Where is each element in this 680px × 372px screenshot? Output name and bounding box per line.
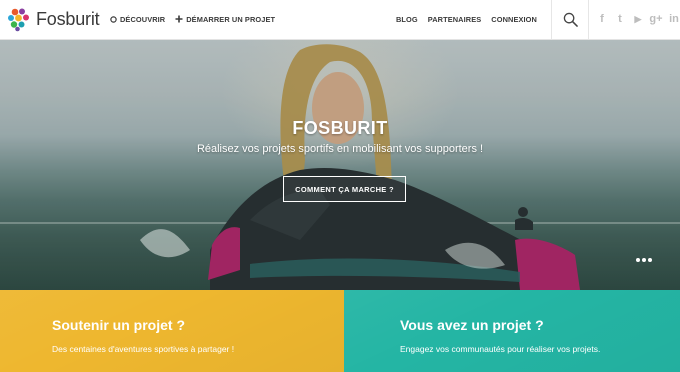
top-navbar: Fosburit DÉCOUVRIR DÉMARRER UN PROJET BL… xyxy=(0,0,680,40)
nav-partners[interactable]: PARTENAIRES xyxy=(428,15,482,24)
nav-blog[interactable]: BLOG xyxy=(396,15,418,24)
slider-dot[interactable] xyxy=(648,258,652,262)
brand-name: Fosburit xyxy=(36,8,100,29)
fosburit-logo-icon xyxy=(8,8,29,32)
slider-dot[interactable] xyxy=(636,258,640,262)
hero-subtitle: Réalisez vos projets sportifs en mobilis… xyxy=(196,143,484,155)
slider-dots xyxy=(634,258,652,262)
nav-start-project[interactable]: DÉMARRER UN PROJET xyxy=(175,15,275,24)
have-project-text: Engagez vos communautés pour réaliser vo… xyxy=(400,344,601,354)
facebook-icon[interactable]: f xyxy=(594,11,610,27)
have-project-card[interactable]: Vous avez un projet ? Engagez vos commun… xyxy=(344,290,680,372)
hero-banner: FOSBURIT Réalisez vos projets sportifs e… xyxy=(0,40,680,290)
search-icon xyxy=(563,12,578,27)
hero-overlay xyxy=(0,40,680,290)
search-button[interactable] xyxy=(551,0,589,39)
primary-nav: DÉCOUVRIR DÉMARRER UN PROJET xyxy=(110,0,285,38)
have-project-title: Vous avez un projet ? xyxy=(400,317,544,333)
social-links: f t ▶ g+ in xyxy=(592,0,680,38)
secondary-nav: BLOG PARTENAIRES CONNEXION xyxy=(396,0,537,38)
compass-icon xyxy=(110,15,117,23)
youtube-icon[interactable]: ▶ xyxy=(630,11,646,27)
how-it-works-button[interactable]: COMMENT ÇA MARCHE ? xyxy=(283,176,406,202)
slider-dot[interactable] xyxy=(642,258,646,262)
nav-discover[interactable]: DÉCOUVRIR xyxy=(110,15,165,24)
linkedin-icon[interactable]: in xyxy=(666,11,680,27)
support-project-card[interactable]: Soutenir un projet ? Des centaines d'ave… xyxy=(0,290,344,372)
support-project-text: Des centaines d'aventures sportives à pa… xyxy=(52,344,235,354)
nav-start-project-label: DÉMARRER UN PROJET xyxy=(186,14,276,24)
nav-discover-label: DÉCOUVRIR xyxy=(120,14,166,24)
hero-title: FOSBURIT xyxy=(292,118,388,138)
nav-login[interactable]: CONNEXION xyxy=(491,15,537,24)
plus-icon xyxy=(175,15,183,23)
twitter-icon[interactable]: t xyxy=(612,11,628,27)
support-project-title: Soutenir un projet ? xyxy=(52,317,185,333)
google-plus-icon[interactable]: g+ xyxy=(648,11,664,27)
brand-logo[interactable]: Fosburit xyxy=(6,4,100,34)
